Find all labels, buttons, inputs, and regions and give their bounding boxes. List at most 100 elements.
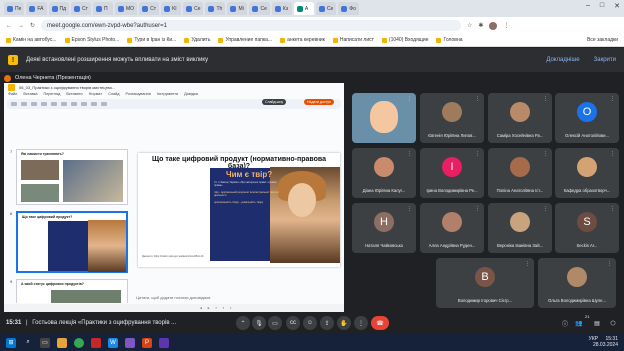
- window-controls[interactable]: – □ ✕: [586, 2, 620, 10]
- participant-options-icon[interactable]: ⋮: [407, 96, 412, 102]
- bookmark-item[interactable]: анкета керевник: [280, 37, 325, 43]
- participant-tile[interactable]: ⋮ Євгенія Юріївна Липов...: [420, 93, 484, 143]
- browser-tab[interactable]: Ст: [71, 2, 92, 15]
- participant-options-icon[interactable]: ⋮: [543, 96, 548, 102]
- participant-tile[interactable]: B ⋮ Володимир Ігорович Сієгр...: [436, 258, 534, 308]
- participant-options-icon[interactable]: ⋮: [407, 206, 412, 212]
- browser-tab[interactable]: Се: [315, 2, 337, 15]
- browser-tab[interactable]: Се: [249, 2, 270, 15]
- participant-tile[interactable]: O ⋮ Олексій Анатолійови...: [555, 93, 619, 143]
- slide-thumbnail-selected[interactable]: Що таке цифровий продукт?: [16, 211, 128, 273]
- participant-options-icon[interactable]: ⋮: [607, 261, 612, 267]
- browser-tab[interactable]: МО: [115, 2, 138, 15]
- participant-tile[interactable]: ⋮ Діана Юріївна Калуг...: [352, 148, 416, 198]
- slides-menu-item[interactable]: Вставка: [23, 92, 37, 99]
- browser-tab[interactable]: А: [293, 2, 314, 15]
- bookmark-star-icon[interactable]: ☆: [467, 22, 472, 29]
- slides-menu-item[interactable]: Інструменти: [157, 92, 178, 99]
- participant-options-icon[interactable]: ⋮: [407, 151, 412, 157]
- chat-icon[interactable]: ▤: [590, 316, 604, 330]
- slideshow-button[interactable]: Слайд-шоу: [262, 99, 287, 105]
- captions-icon[interactable]: cc: [286, 316, 300, 330]
- browser-tab[interactable]: Пе: [4, 2, 25, 15]
- bookmark-item[interactable]: Написати лист: [332, 37, 374, 43]
- task-view-icon[interactable]: ▭: [40, 337, 50, 348]
- participant-tile[interactable]: S ⋮ Seckin Ar...: [555, 203, 619, 253]
- participant-tile[interactable]: I ⋮ Ірина Володимирівна Ре...: [420, 148, 484, 198]
- viber-icon[interactable]: [125, 337, 135, 348]
- maximize-icon[interactable]: □: [600, 2, 604, 10]
- banner-details-link[interactable]: Докладніше: [546, 57, 579, 63]
- participant-options-icon[interactable]: ⋮: [475, 96, 480, 102]
- all-bookmarks[interactable]: Все закладки: [587, 37, 618, 43]
- app-icon[interactable]: [159, 337, 169, 348]
- participant-tile[interactable]: H ⋮ Наталя Чайковська: [352, 203, 416, 253]
- participant-tile[interactable]: ⋮ Алла Андріївна Руден...: [420, 203, 484, 253]
- slides-menu-item[interactable]: Вставити: [66, 92, 82, 99]
- reload-icon[interactable]: ↻: [30, 22, 35, 29]
- speaker-notes[interactable]: Цитати, щоб додати нотатки доповідача: [136, 295, 210, 300]
- bookmark-item[interactable]: (1040) Входящие: [381, 37, 428, 43]
- camera-icon[interactable]: ▭: [268, 316, 282, 330]
- browser-tab[interactable]: FA: [26, 2, 47, 15]
- browser-tab[interactable]: П: [93, 2, 114, 15]
- chrome-icon[interactable]: [74, 337, 84, 348]
- browser-tab[interactable]: Th: [205, 2, 226, 15]
- browser-tab[interactable]: Пд: [48, 2, 70, 15]
- bookmark-item[interactable]: Головна: [436, 37, 462, 43]
- participant-options-icon[interactable]: ⋮: [475, 151, 480, 157]
- mic-icon[interactable]: 🎙: [252, 316, 266, 330]
- browser-tab[interactable]: Фо: [338, 2, 359, 15]
- browser-tab[interactable]: Kl: [161, 2, 182, 15]
- system-tray[interactable]: УКР 15:31 28.03.2024: [589, 336, 618, 348]
- profile-avatar[interactable]: [489, 21, 498, 30]
- participant-tile[interactable]: ⋮ Ольга Володимирівна Шуле...: [538, 258, 616, 308]
- browser-tab[interactable]: Се: [183, 2, 204, 15]
- powerpoint-icon[interactable]: P: [142, 337, 152, 348]
- slides-menu-item[interactable]: Розташування: [125, 92, 150, 99]
- emoji-icon[interactable]: ☺: [303, 316, 317, 330]
- participant-options-icon[interactable]: ⋮: [475, 206, 480, 212]
- mic-options-icon[interactable]: ⌃: [236, 316, 250, 330]
- slide-thumbnail[interactable]: А який статус цифрових продуктів?: [16, 279, 128, 303]
- url-field[interactable]: meet.google.com/ewn-zvpd-wbe?authuser=1: [41, 20, 462, 31]
- banner-close-button[interactable]: Закрити: [594, 57, 616, 63]
- extensions-icon[interactable]: ✱: [478, 22, 483, 29]
- bookmark-item[interactable]: Удалить: [184, 37, 210, 43]
- participant-options-icon[interactable]: ⋮: [610, 96, 615, 102]
- file-explorer-icon[interactable]: [57, 337, 67, 348]
- minimize-icon[interactable]: –: [586, 2, 590, 10]
- raise-hand-icon[interactable]: ✋: [337, 316, 351, 330]
- word-icon[interactable]: W: [108, 337, 118, 348]
- search-icon[interactable]: ⌕: [23, 338, 33, 348]
- slides-menu-item[interactable]: Довідка: [184, 92, 198, 99]
- slides-menu-item[interactable]: Формат: [89, 92, 103, 99]
- bookmark-item[interactable]: Epson Stylus Photo...: [64, 37, 119, 43]
- slides-menu-item[interactable]: Перегляд: [43, 92, 60, 99]
- participant-tile[interactable]: ⋮ Кафедра образотворч...: [555, 148, 619, 198]
- app-icon[interactable]: [91, 337, 101, 348]
- share-button[interactable]: Надати доступ: [304, 99, 334, 105]
- info-icon[interactable]: ⓘ: [558, 316, 572, 330]
- participant-tile[interactable]: ⋮ Поліна Анатоліївна Іст...: [488, 148, 552, 198]
- close-window-icon[interactable]: ✕: [614, 2, 620, 10]
- participant-options-icon[interactable]: ⋮: [543, 206, 548, 212]
- participant-options-icon[interactable]: ⋮: [610, 206, 615, 212]
- browser-tab[interactable]: Кз: [271, 2, 292, 15]
- menu-icon[interactable]: ⋮: [503, 22, 509, 29]
- participant-options-icon[interactable]: ⋮: [610, 151, 615, 157]
- people-icon[interactable]: 👥: [572, 316, 586, 330]
- bookmark-item[interactable]: Тури в Іран із Ки...: [127, 37, 176, 43]
- slide-thumbnail[interactable]: Які намисти трапляють?: [16, 149, 128, 205]
- participant-tile[interactable]: ⋮ Вероніка Іванівна Зай...: [488, 203, 552, 253]
- forward-icon[interactable]: →: [18, 23, 24, 29]
- slides-menu-item[interactable]: Файл: [8, 92, 17, 99]
- leave-call-button[interactable]: ☎: [371, 316, 389, 330]
- participant-tile[interactable]: ⋮ Саміра Хосейнівна Ра...: [488, 93, 552, 143]
- self-video-tile[interactable]: ⋮: [352, 93, 416, 143]
- windows-start-icon[interactable]: ⊞: [6, 337, 16, 348]
- participant-options-icon[interactable]: ⋮: [543, 151, 548, 157]
- back-icon[interactable]: ←: [6, 23, 12, 29]
- browser-tab[interactable]: Mi: [227, 2, 248, 15]
- participant-options-icon[interactable]: ⋮: [525, 261, 530, 267]
